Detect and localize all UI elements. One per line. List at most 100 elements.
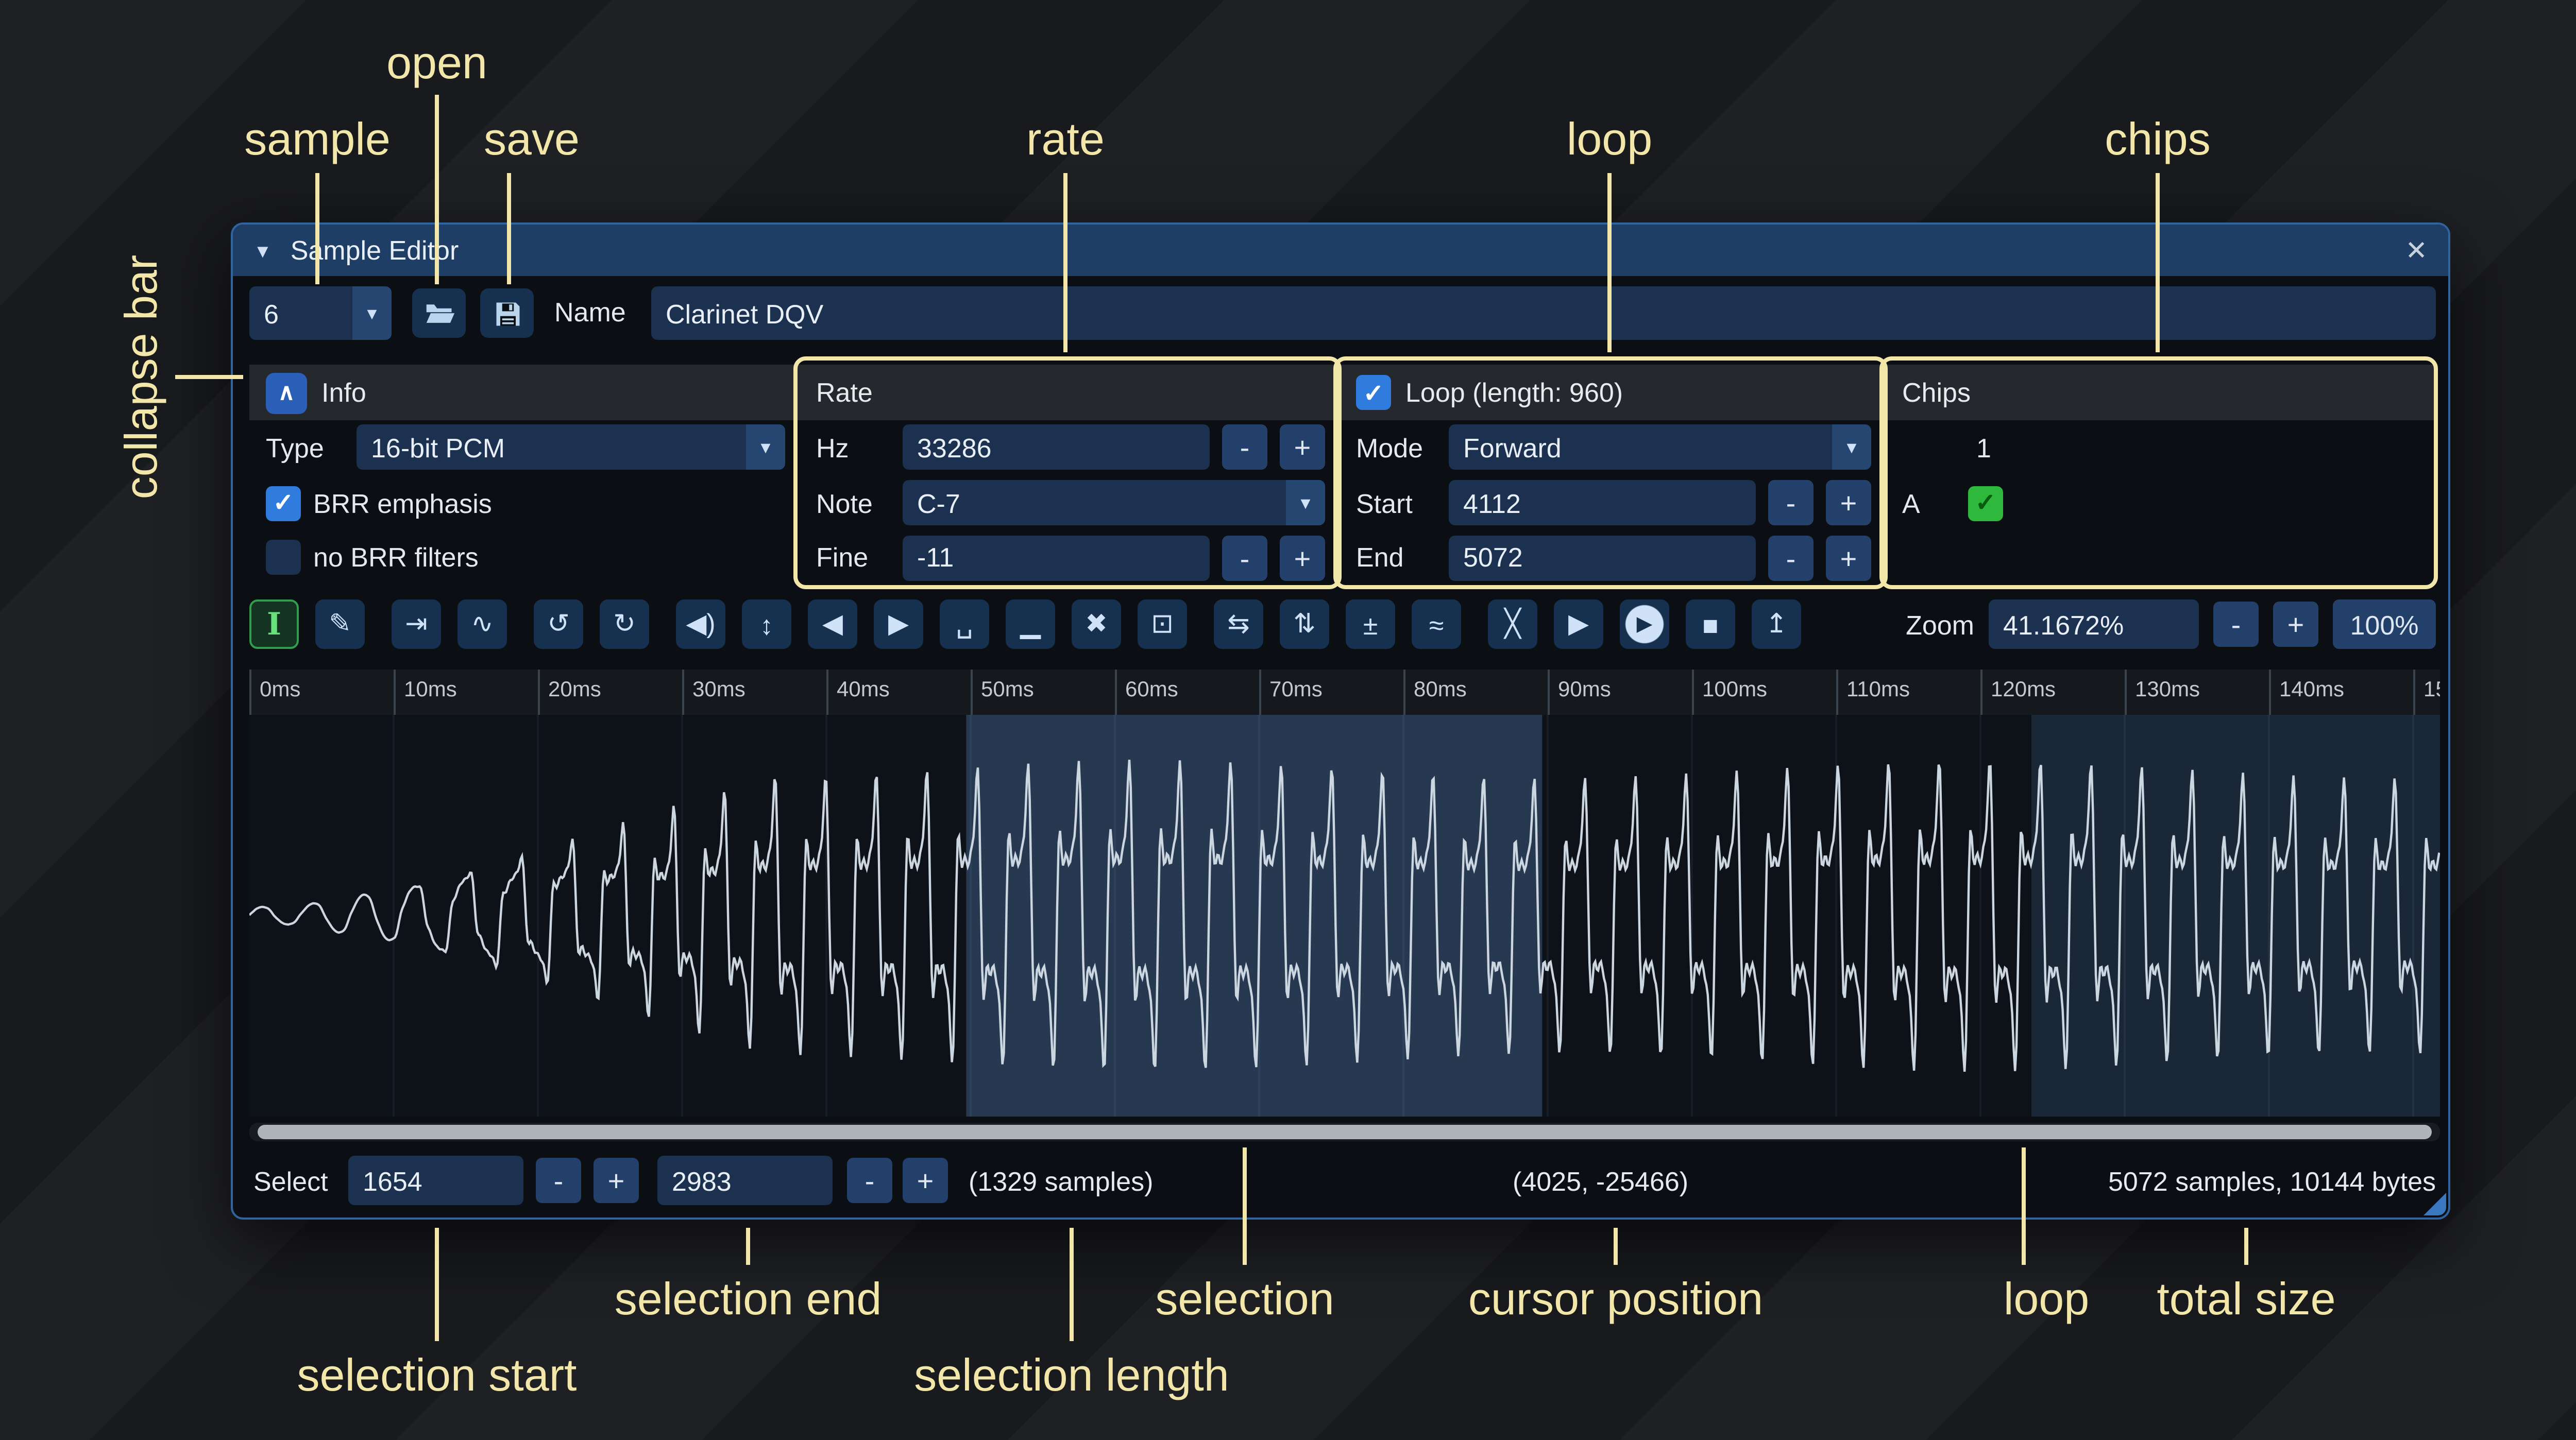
brr-emphasis-row: ✓ BRR emphasis bbox=[249, 475, 800, 530]
loop-enable-checkbox[interactable]: ✓ bbox=[1356, 375, 1391, 410]
timeline-tick: 110ms bbox=[1836, 670, 1910, 715]
sample-select[interactable]: 6 ▼ bbox=[249, 286, 392, 340]
selection-end-decrement-button[interactable]: - bbox=[847, 1158, 892, 1203]
loop-start-input[interactable]: 4112 bbox=[1449, 480, 1756, 525]
timeline-tick: 10ms bbox=[394, 670, 457, 715]
annotation-line-total-size bbox=[2244, 1228, 2248, 1265]
brr-emphasis-checkbox[interactable]: ✓ bbox=[266, 485, 301, 520]
loop-mode-value: Forward bbox=[1463, 432, 1562, 463]
annotation-cursor-position: cursor position bbox=[1468, 1273, 1763, 1327]
invert-icon[interactable]: ⇅ bbox=[1280, 599, 1329, 649]
open-button[interactable] bbox=[412, 288, 466, 338]
draw-icon[interactable]: ✎ bbox=[315, 599, 365, 649]
loop-end-row: End 5072 - + bbox=[1340, 530, 1886, 585]
selection-end-input[interactable]: 2983 bbox=[657, 1156, 833, 1205]
zoom-value: 41.1672% bbox=[2003, 609, 2124, 640]
timeline-tick: 20ms bbox=[538, 670, 601, 715]
panels-row: ∧ Info Type 16-bit PCM ▼ ✓ BRR emphasis bbox=[249, 365, 2440, 585]
close-icon[interactable]: ✕ bbox=[2405, 234, 2428, 267]
amplify-icon[interactable]: ◀) bbox=[676, 599, 725, 649]
stop-icon[interactable]: ■ bbox=[1686, 599, 1735, 649]
loop-panel: ✓ Loop (length: 960) Mode Forward ▼ Star… bbox=[1340, 365, 1886, 585]
scrollbar-thumb[interactable] bbox=[258, 1125, 2432, 1139]
annotation-line-loop bbox=[1607, 173, 1612, 352]
timeline-tick: 70ms bbox=[1259, 670, 1323, 715]
resize-icon[interactable]: ⇥ bbox=[392, 599, 441, 649]
crossfade-icon[interactable]: ╳ bbox=[1488, 599, 1537, 649]
zoom-label: Zoom bbox=[1906, 609, 1974, 640]
fine-label: Fine bbox=[816, 542, 890, 573]
fade-out-icon[interactable]: ▶ bbox=[874, 599, 923, 649]
type-select[interactable]: 16-bit PCM ▼ bbox=[357, 425, 785, 470]
filter-icon[interactable]: ≈ bbox=[1412, 599, 1461, 649]
collapse-bar-button[interactable]: ∧ bbox=[266, 372, 307, 413]
delete-icon[interactable]: ✖ bbox=[1072, 599, 1121, 649]
import-icon[interactable]: ↥ bbox=[1752, 599, 1801, 649]
annotation-line-open bbox=[435, 95, 439, 284]
timeline-tick: 0ms bbox=[249, 670, 300, 715]
edit-mode-icon[interactable]: I bbox=[249, 599, 299, 649]
insert-silence-icon[interactable]: ␣ bbox=[940, 599, 989, 649]
note-label: Note bbox=[816, 487, 890, 518]
selection-start-increment-button[interactable]: + bbox=[594, 1158, 639, 1203]
selection-end-value: 2983 bbox=[672, 1165, 732, 1196]
window-collapse-icon[interactable]: ▼ bbox=[253, 240, 272, 261]
loop-end-value: 5072 bbox=[1463, 542, 1523, 573]
sample-editor-window: ▼ Sample Editor ✕ 6 ▼ bbox=[231, 222, 2450, 1220]
undo-icon[interactable]: ↺ bbox=[534, 599, 583, 649]
titlebar[interactable]: ▼ Sample Editor ✕ bbox=[233, 225, 2448, 276]
annotation-rate: rate bbox=[1026, 113, 1105, 167]
annotation-save: save bbox=[484, 113, 580, 167]
sign-icon[interactable]: ± bbox=[1346, 599, 1395, 649]
timeline-tick: 80ms bbox=[1403, 670, 1467, 715]
fade-in-icon[interactable]: ◀ bbox=[808, 599, 857, 649]
waveform-canvas[interactable] bbox=[249, 715, 2440, 1117]
chips-panel-header: Chips bbox=[1886, 365, 2436, 420]
note-row: Note C-7 ▼ bbox=[800, 475, 1340, 530]
fine-input[interactable]: -11 bbox=[903, 535, 1210, 580]
loop-start-row: Start 4112 - + bbox=[1340, 475, 1886, 530]
waveform-scrollbar[interactable] bbox=[249, 1123, 2440, 1141]
selection-length-text: (1329 samples) bbox=[969, 1166, 1153, 1197]
loop-start-decrement-button[interactable]: - bbox=[1768, 480, 1814, 525]
cursor-position-text: (4025, -25466) bbox=[1513, 1166, 1688, 1197]
loop-panel-header: ✓ Loop (length: 960) bbox=[1340, 365, 1886, 420]
reverse-icon[interactable]: ⇆ bbox=[1214, 599, 1263, 649]
preview-note-icon[interactable]: ▶ bbox=[1620, 599, 1669, 649]
apply-silence-icon[interactable]: ▁ bbox=[1006, 599, 1055, 649]
zoom-out-button[interactable]: - bbox=[2213, 602, 2259, 647]
hz-decrement-button[interactable]: - bbox=[1222, 425, 1267, 470]
selection-start-input[interactable]: 1654 bbox=[348, 1156, 523, 1205]
save-button[interactable] bbox=[480, 288, 534, 338]
loop-end-increment-button[interactable]: + bbox=[1826, 535, 1871, 580]
loop-end-input[interactable]: 5072 bbox=[1449, 535, 1756, 580]
normalize-icon[interactable]: ↕ bbox=[742, 599, 791, 649]
chip-enable-checkbox[interactable]: ✓ bbox=[1968, 485, 2003, 520]
hz-input[interactable]: 33286 bbox=[903, 425, 1210, 470]
loop-end-decrement-button[interactable]: - bbox=[1768, 535, 1814, 580]
loop-start-increment-button[interactable]: + bbox=[1826, 480, 1871, 525]
note-select[interactable]: C-7 ▼ bbox=[903, 480, 1325, 525]
info-panel-header: ∧ Info bbox=[249, 365, 800, 420]
name-input[interactable]: Clarinet DQV bbox=[651, 286, 2436, 340]
chips-panel-title: Chips bbox=[1902, 377, 1971, 408]
zoom-input[interactable]: 41.1672% bbox=[1989, 599, 2199, 649]
trim-icon[interactable]: ⊡ bbox=[1138, 599, 1187, 649]
fine-increment-button[interactable]: + bbox=[1280, 535, 1325, 580]
redo-icon[interactable]: ↻ bbox=[600, 599, 649, 649]
rate-panel-header: Rate bbox=[800, 365, 1340, 420]
zoom-reset-button[interactable]: 100% bbox=[2333, 599, 2436, 649]
resample-icon[interactable]: ∿ bbox=[457, 599, 507, 649]
preview-icon[interactable]: ▶ bbox=[1554, 599, 1603, 649]
timeline-tick: 30ms bbox=[682, 670, 745, 715]
window-resize-grip[interactable] bbox=[2424, 1193, 2446, 1215]
zoom-in-button[interactable]: + bbox=[2273, 602, 2318, 647]
timeline-ruler[interactable]: 0ms10ms20ms30ms40ms50ms60ms70ms80ms90ms1… bbox=[249, 670, 2440, 715]
fine-decrement-button[interactable]: - bbox=[1222, 535, 1267, 580]
no-brr-filters-checkbox[interactable] bbox=[266, 540, 301, 575]
loop-mode-select[interactable]: Forward ▼ bbox=[1449, 425, 1871, 470]
selection-end-increment-button[interactable]: + bbox=[903, 1158, 948, 1203]
hz-increment-button[interactable]: + bbox=[1280, 425, 1325, 470]
selection-start-decrement-button[interactable]: - bbox=[536, 1158, 581, 1203]
folder-open-icon bbox=[423, 298, 454, 329]
